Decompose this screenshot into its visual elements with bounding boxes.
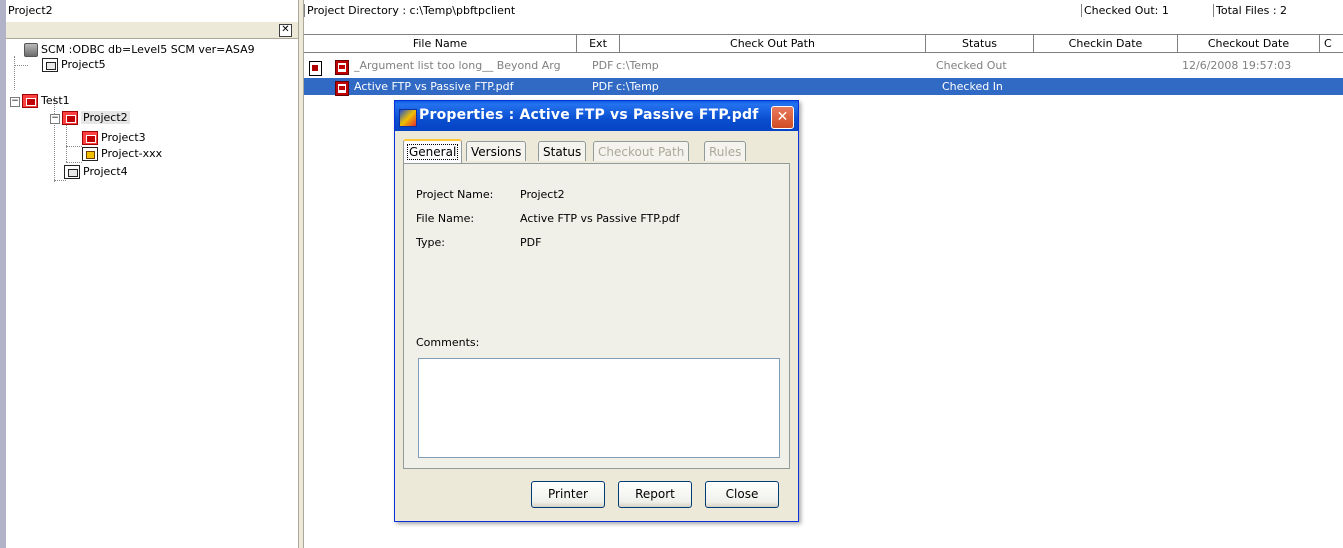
project-locked-icon: [82, 147, 98, 161]
tree-item-label: Project5: [61, 58, 106, 71]
cell-status: Checked Out: [936, 59, 1007, 72]
tree-item-project2[interactable]: Project2: [62, 110, 130, 126]
total-files-count: Total Files : 2: [1213, 4, 1287, 17]
tree-item-label: Project2: [81, 111, 130, 124]
column-header-file-name[interactable]: File Name: [304, 35, 577, 52]
project-red-icon: [22, 94, 38, 108]
tree-item-test1[interactable]: Test1: [22, 93, 70, 109]
close-dialog-button[interactable]: Close: [705, 481, 779, 508]
column-header-checkin-date[interactable]: Checkin Date: [1034, 35, 1178, 52]
cell-checkout-date: 12/6/2008 19:57:03: [1182, 59, 1292, 72]
tree-line: [14, 56, 15, 90]
comments-label: Comments:: [416, 336, 480, 349]
cell-path: c:\Temp: [616, 59, 659, 72]
project-name-label: Project Name:: [416, 188, 494, 201]
app-icon: [399, 109, 417, 127]
tree-item-label: Project3: [101, 131, 146, 144]
tab-label: Checkout Path: [598, 145, 685, 159]
cell-ext: PDF: [592, 59, 614, 72]
tree-line: [54, 180, 66, 181]
status-strip: Project Directory : c:\Temp\pbftpclient …: [304, 0, 1343, 20]
comments-field[interactable]: [418, 358, 780, 458]
tab-label: Rules: [709, 145, 742, 159]
tree-line: [66, 162, 82, 163]
tree-line: [66, 146, 82, 147]
tree-item-label: Project-xxx: [101, 147, 163, 160]
cell-path: c:\Temp: [616, 80, 659, 93]
cell-ext: PDF: [592, 80, 614, 93]
tree-item-project4[interactable]: Project4: [64, 164, 128, 180]
cell-file-name: _Argument list too long__ Beyond Arg: [354, 59, 561, 72]
column-header-status[interactable]: Status: [926, 35, 1034, 52]
tab-label: Versions: [471, 145, 522, 159]
project-directory-text: Project Directory : c:\Temp\pbftpclient: [304, 4, 515, 17]
type-value: PDF: [520, 236, 542, 249]
table-row[interactable]: _Argument list too long__ Beyond Arg PDF…: [304, 57, 1343, 76]
cell-file-name: Active FTP vs Passive FTP.pdf: [354, 80, 514, 93]
close-button-label: Close: [725, 487, 759, 501]
tree-line: [14, 65, 28, 66]
project-name-value: Project2: [520, 188, 565, 201]
pdf-icon: [335, 58, 349, 75]
report-button-label: Report: [635, 487, 675, 501]
tab-general[interactable]: General: [403, 139, 463, 163]
tree-item-project5[interactable]: Project5: [42, 57, 106, 73]
report-button[interactable]: Report: [618, 481, 692, 508]
properties-dialog: Properties : Active FTP vs Passive FTP.p…: [394, 100, 799, 522]
tree-item-project3[interactable]: Project3: [82, 130, 146, 146]
project-icon: [64, 165, 80, 179]
tab-label: General: [406, 144, 459, 160]
tree-item-scm-root[interactable]: SCM :ODBC db=Level5 SCM ver=ASA9: [24, 42, 255, 58]
tree-item-project-xxx[interactable]: Project-xxx: [82, 146, 162, 162]
file-name-value: Active FTP vs Passive FTP.pdf: [520, 212, 680, 225]
dialog-title-bar[interactable]: Properties : Active FTP vs Passive FTP.p…: [395, 101, 798, 131]
cell-status: Checked In: [942, 80, 1003, 93]
close-icon[interactable]: ✕: [279, 24, 292, 37]
tab-checkout-path: Checkout Path: [593, 141, 690, 161]
left-pane-title: Project2: [8, 4, 53, 17]
tab-status[interactable]: Status: [538, 141, 587, 161]
checked-out-count: Checked Out: 1: [1081, 4, 1169, 17]
pdf-icon: [335, 79, 349, 96]
column-header-checkout-date[interactable]: Checkout Date: [1178, 35, 1320, 52]
tab-label: Status: [543, 145, 582, 159]
project-tree: SCM :ODBC db=Level5 SCM ver=ASA9 Project…: [6, 40, 298, 548]
general-tab-panel: Project Name: Project2 File Name: Active…: [403, 163, 790, 469]
tree-header-bar: ✕: [6, 22, 298, 39]
tree-item-label: Project4: [83, 165, 128, 178]
project-tree-pane: Project2 ✕ SCM :ODBC db=Level5 SCM ver=A…: [0, 0, 298, 548]
tree-item-label: SCM :ODBC db=Level5 SCM ver=ASA9: [41, 43, 255, 56]
file-name-label: File Name:: [416, 212, 475, 225]
collapse-toggle[interactable]: −: [50, 114, 60, 124]
dialog-title: Properties : Active FTP vs Passive FTP.p…: [419, 107, 759, 123]
database-icon: [24, 43, 38, 57]
column-header-c[interactable]: C: [1320, 35, 1343, 52]
column-header-ext[interactable]: Ext: [577, 35, 620, 52]
tree-item-label: Test1: [41, 94, 70, 107]
document-icon: [309, 59, 322, 76]
table-row[interactable]: Active FTP vs Passive FTP.pdf PDF c:\Tem…: [304, 78, 1343, 96]
close-button[interactable]: ✕: [771, 106, 794, 129]
project-red-icon: [82, 131, 98, 145]
project-icon: [42, 58, 58, 72]
grid-header: File Name Ext Check Out Path Status Chec…: [304, 34, 1343, 53]
printer-button[interactable]: Printer: [531, 481, 605, 508]
tab-versions[interactable]: Versions: [466, 141, 527, 161]
column-header-check-out-path[interactable]: Check Out Path: [620, 35, 926, 52]
project-red-icon: [62, 111, 78, 125]
tab-rules: Rules: [704, 141, 747, 161]
collapse-toggle[interactable]: −: [10, 97, 20, 107]
printer-button-label: Printer: [548, 487, 588, 501]
type-label: Type:: [416, 236, 445, 249]
